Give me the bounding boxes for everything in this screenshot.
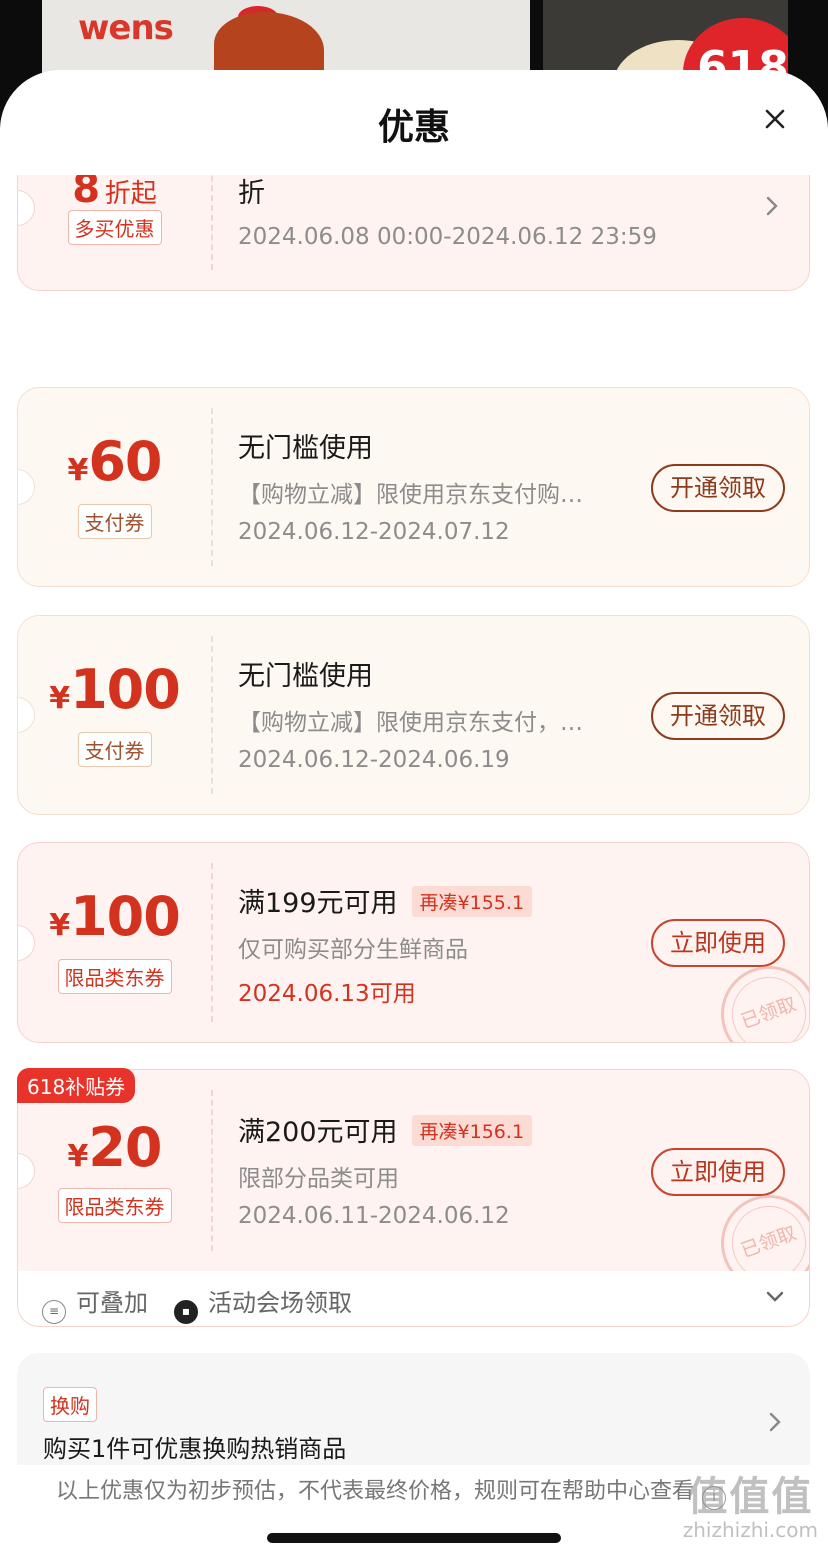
chevron-down-icon[interactable] [765, 1287, 785, 1307]
activate-claim-button[interactable]: 开通领取 [651, 692, 785, 740]
coupon-divider [211, 175, 213, 270]
stackable-label: ≡ 可叠加 [42, 1283, 148, 1324]
subsidy-badge: 618补贴券 [17, 1068, 136, 1103]
coupon-info: 折 2024.06.08 00:00-2024.06.12 23:59 [238, 175, 789, 250]
close-icon [765, 109, 785, 129]
coupon-meta-bar[interactable]: ≡ 可叠加 ▪ 活动会场领取 [17, 1271, 810, 1327]
coupon-validity: 2024.06.11-2024.06.12 [238, 1203, 510, 1229]
watermark-logo: 值值值 [687, 1474, 814, 1520]
coupon-title: 满199元可用 再凑¥155.1 [238, 881, 789, 920]
home-indicator[interactable] [267, 1533, 561, 1543]
swap-description: 购买1件可优惠换购热销商品 [43, 1435, 347, 1463]
brand-logo: wens [78, 8, 174, 48]
coupon-title: 满200元可用 再凑¥156.1 [238, 1110, 789, 1149]
coupon-type-tag: 支付券 [18, 504, 211, 539]
watermark-url: zhizhizhi.com [682, 1518, 818, 1542]
coupon-list[interactable]: 8 折起 多买优惠 折 2024.06.08 00:00-2024.06.12 … [0, 175, 828, 1465]
coupon-divider [211, 408, 213, 566]
coupon-divider [211, 636, 213, 794]
coupon-title: 折 [238, 178, 265, 209]
coupon-validity: 2024.06.12-2024.07.12 [238, 519, 510, 545]
swap-tag: 换购 [43, 1387, 97, 1422]
coupon-desc: 【购物立减】限使用京东支付购… [238, 482, 583, 508]
watermark: 值值值 zhizhizhi.com [683, 1476, 818, 1542]
coupon-type-tag: 多买优惠 [18, 210, 211, 245]
coupon-card-jd-100[interactable]: ¥100 限品类东券 满199元可用 再凑¥155.1 仅可购买部分生鲜商品 20… [17, 842, 810, 1043]
swap-purchase-card[interactable]: 换购 购买1件可优惠换购热销商品 [17, 1353, 810, 1465]
coupon-amount: ¥20 [67, 1116, 162, 1179]
top-up-badge: 再凑¥155.1 [411, 886, 533, 917]
coupon-validity: 2024.06.12-2024.06.19 [238, 747, 510, 773]
close-button[interactable] [760, 104, 790, 134]
coupon-type-tag: 限品类东券 [18, 1188, 211, 1223]
coupon-type-tag: 限品类东券 [18, 959, 211, 994]
coupon-divider [211, 1090, 213, 1251]
coupon-validity: 2024.06.08 00:00-2024.06.12 23:59 [238, 224, 657, 250]
coupon-card-pay-60[interactable]: ¥60 支付券 无门槛使用 【购物立减】限使用京东支付购… 2024.06.12… [17, 387, 810, 587]
stack-icon: ≡ [42, 1300, 66, 1324]
coupon-validity: 2024.06.13可用 [238, 981, 416, 1007]
ticket-icon: ▪ [174, 1300, 198, 1324]
disclaimer-text: 以上优惠仅为初步预估，不代表最终价格，规则可在帮助中心查看 i [56, 1473, 727, 1510]
coupon-amount: ¥100 [49, 658, 181, 721]
coupon-title: 无门槛使用 [238, 661, 373, 692]
coupon-amount: ¥100 [49, 885, 181, 948]
chevron-right-icon [769, 1412, 781, 1432]
coupon-card-pay-100[interactable]: ¥100 支付券 无门槛使用 【购物立减】限使用京东支付，… 2024.06.1… [17, 615, 810, 815]
coupon-card-jd-20[interactable]: ¥20 限品类东券 满200元可用 再凑¥156.1 限部分品类可用 2024.0… [17, 1069, 810, 1272]
use-now-button[interactable]: 立即使用 [651, 1148, 785, 1196]
venue-label: ▪ 活动会场领取 [174, 1283, 352, 1324]
chevron-right-icon [766, 196, 778, 216]
coupon-title: 无门槛使用 [238, 433, 373, 464]
use-now-button[interactable]: 立即使用 [651, 919, 785, 967]
coupon-card-bulk-discount[interactable]: 8 折起 多买优惠 折 2024.06.08 00:00-2024.06.12 … [17, 175, 810, 291]
discount-sheet: 优惠 8 折起 多买优惠 折 2024.06.08 00:00-2024.06.… [0, 70, 828, 1560]
coupon-amount: 8 折起 [72, 175, 157, 212]
sheet-title: 优惠 [377, 107, 450, 148]
coupon-desc: 【购物立减】限使用京东支付，… [238, 710, 583, 736]
coupon-amount: ¥60 [67, 430, 162, 493]
activate-claim-button[interactable]: 开通领取 [651, 464, 785, 512]
top-up-badge: 再凑¥156.1 [411, 1115, 533, 1146]
coupon-type-tag: 支付券 [18, 732, 211, 767]
coupon-divider [211, 863, 213, 1022]
